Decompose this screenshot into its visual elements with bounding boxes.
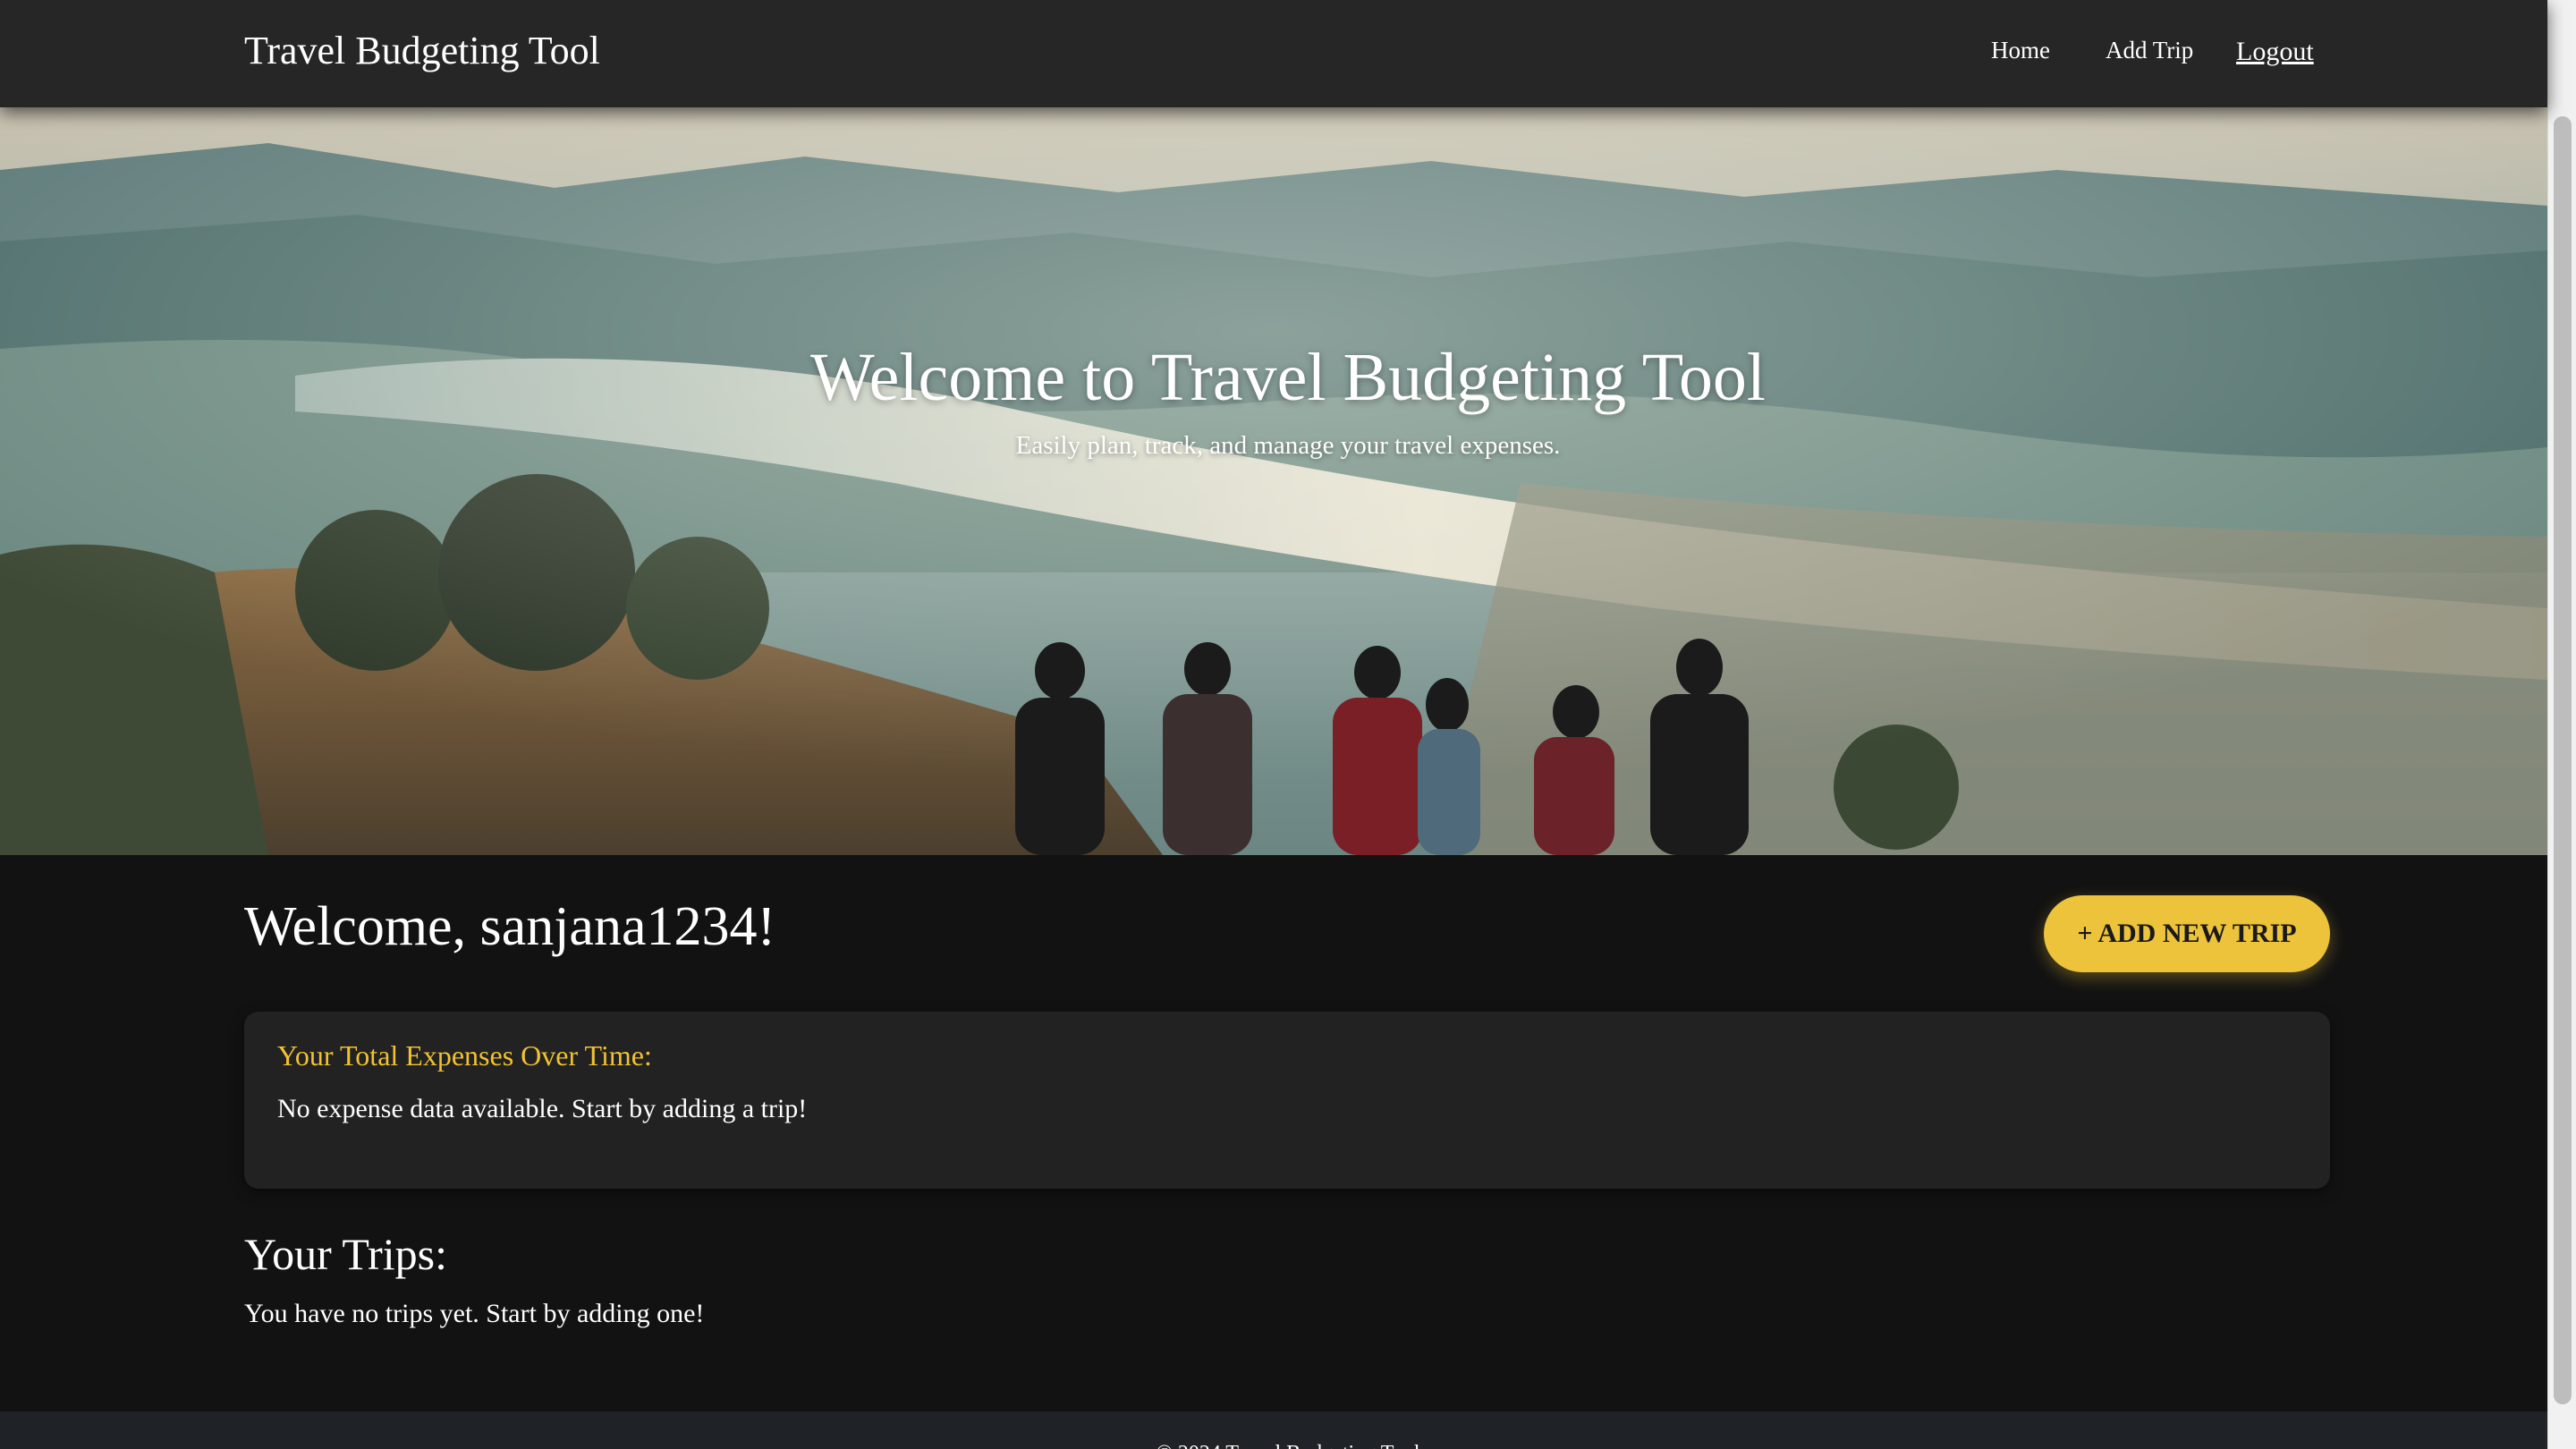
trips-empty-message: You have no trips yet. Start by adding o…	[244, 1299, 705, 1328]
navbar: Travel Budgeting Tool Home Add Trip Logo…	[0, 0, 2547, 107]
expenses-card: Your Total Expenses Over Time: No expens…	[244, 1012, 2330, 1189]
nav-add-trip-link[interactable]: Add Trip	[2106, 32, 2193, 68]
nav-logout-link[interactable]: Logout	[2236, 34, 2314, 70]
vertical-scrollbar[interactable]	[2547, 0, 2576, 1449]
welcome-heading: Welcome, sanjana1234!	[244, 896, 776, 957]
scrollbar-thumb[interactable]	[2554, 116, 2572, 1404]
expenses-empty-message: No expense data available. Start by addi…	[277, 1094, 808, 1123]
expenses-title: Your Total Expenses Over Time:	[277, 1039, 652, 1072]
footer: © 2024 Travel Budgeting Tool	[0, 1411, 2547, 1449]
hero-background-image	[0, 107, 2547, 855]
hero-title: Welcome to Travel Budgeting Tool	[810, 340, 1766, 415]
hero-banner: Welcome to Travel Budgeting Tool Easily …	[0, 107, 2547, 855]
add-new-trip-button[interactable]: + ADD NEW TRIP	[2044, 895, 2330, 972]
page: Travel Budgeting Tool Home Add Trip Logo…	[0, 0, 2547, 1449]
brand-title[interactable]: Travel Budgeting Tool	[244, 23, 600, 79]
footer-copyright: © 2024 Travel Budgeting Tool	[0, 1440, 2547, 1449]
hero-subtitle: Easily plan, track, and manage your trav…	[1015, 431, 1561, 460]
nav-home-link[interactable]: Home	[1991, 32, 2050, 68]
trips-heading: Your Trips:	[244, 1229, 448, 1279]
